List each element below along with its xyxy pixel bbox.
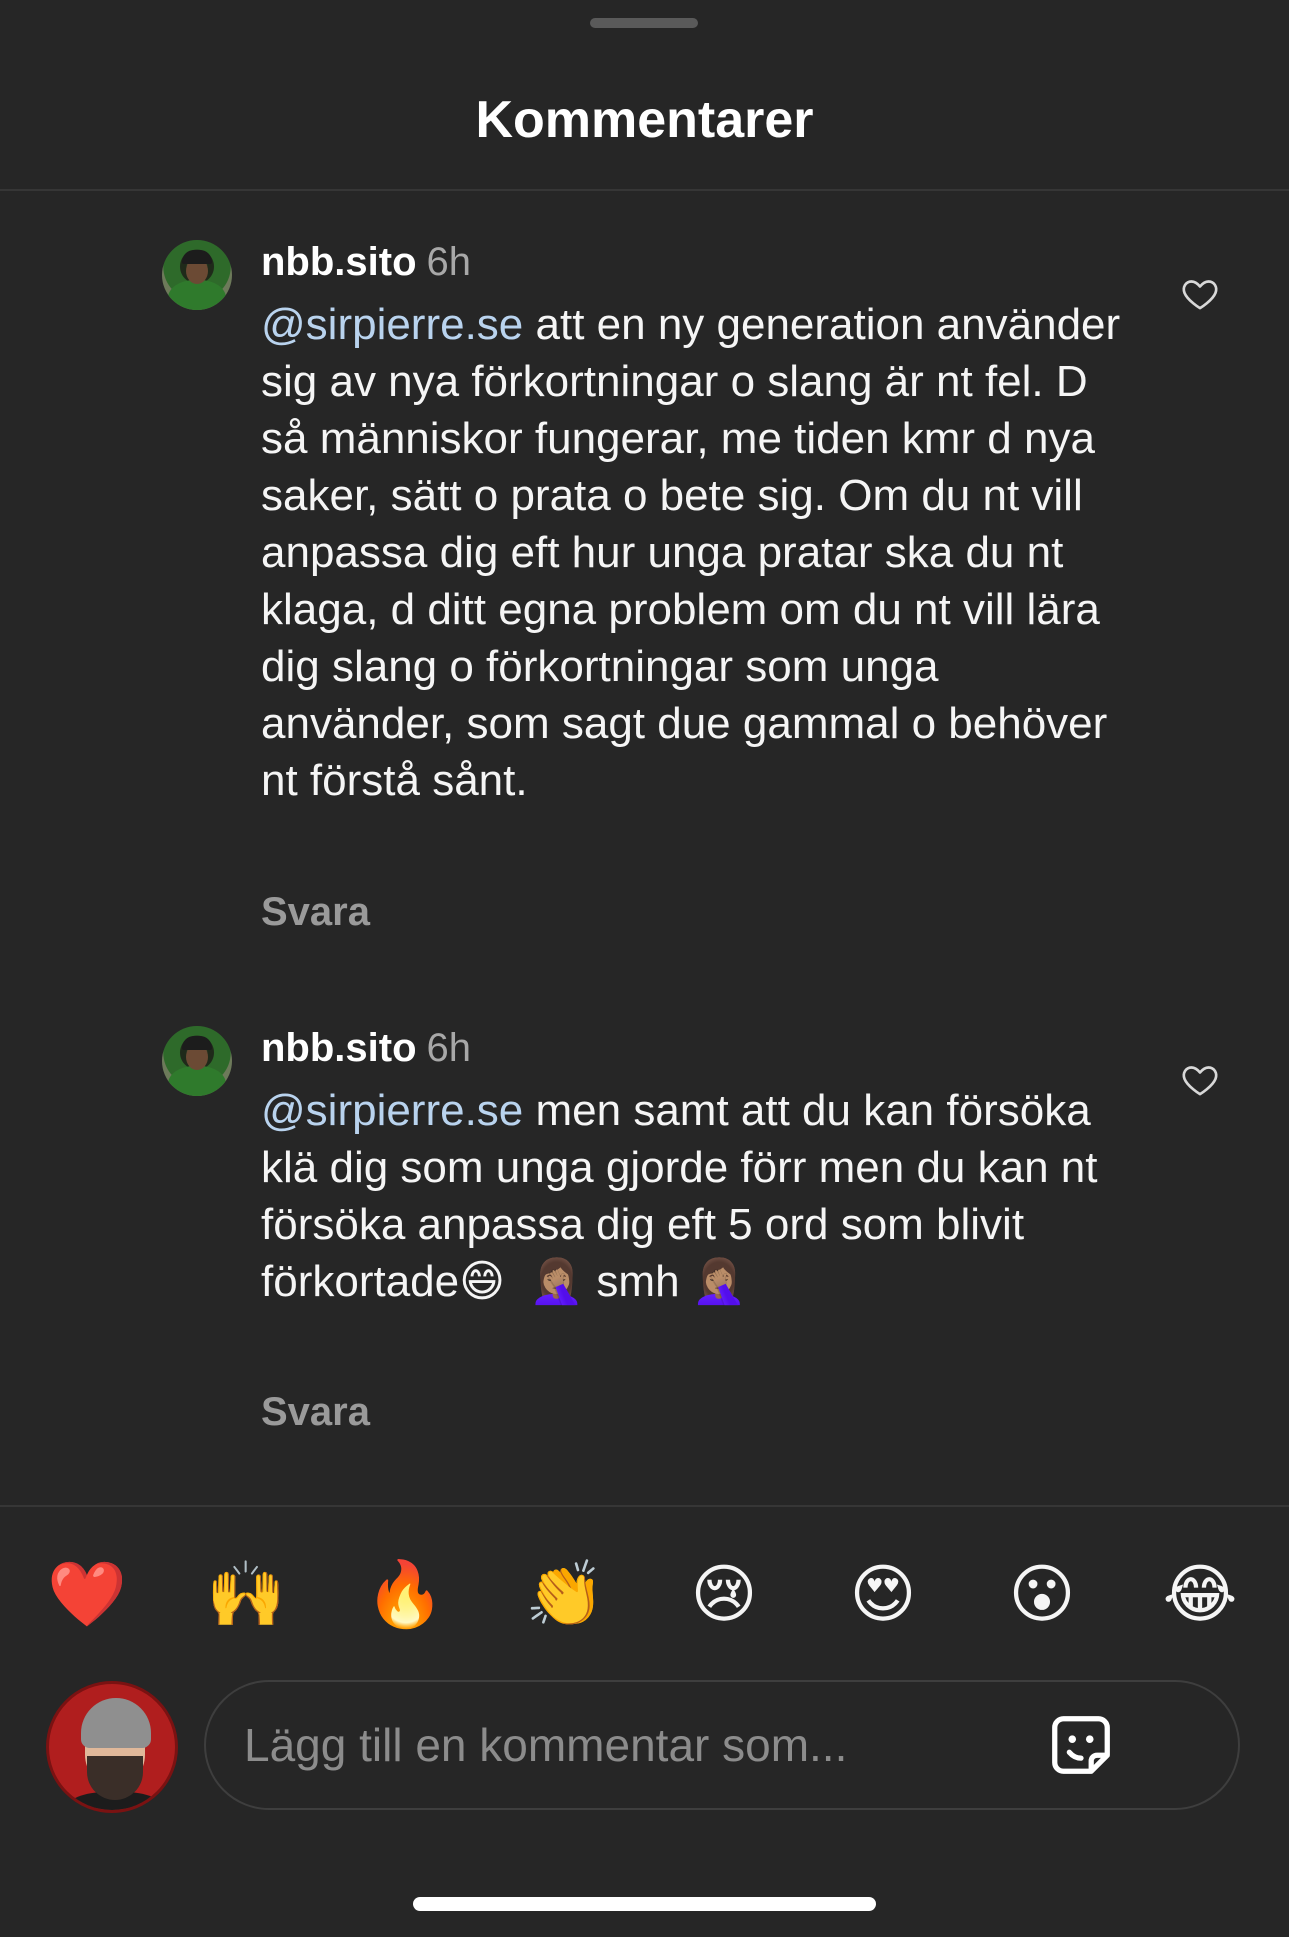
- reaction-raised-hands-icon[interactable]: 🙌: [206, 1555, 286, 1635]
- reactions-divider: [0, 1505, 1289, 1507]
- reaction-heart-icon[interactable]: ❤️: [47, 1555, 127, 1635]
- comment-time: 6h: [426, 240, 472, 284]
- home-indicator[interactable]: [413, 1897, 876, 1911]
- avatar-hoodie: [168, 280, 226, 310]
- avatar-hair: [81, 1698, 151, 1748]
- commenter-avatar[interactable]: [162, 1026, 232, 1096]
- comment-meta: nbb.sito 6h: [261, 1024, 471, 1072]
- reaction-surprised-icon[interactable]: 😮: [1002, 1555, 1082, 1635]
- current-user-avatar[interactable]: [46, 1681, 178, 1813]
- heart-outline-icon[interactable]: [1180, 274, 1220, 314]
- reaction-laughing-icon[interactable]: 😂: [1160, 1555, 1240, 1635]
- comment-text: @sirpierre.se att en ny generation använ…: [261, 296, 1141, 809]
- avatar-cap: [182, 1036, 212, 1050]
- reaction-crying-icon[interactable]: 😢: [684, 1555, 764, 1635]
- comment-username[interactable]: nbb.sito: [261, 1026, 417, 1070]
- commenter-avatar[interactable]: [162, 240, 232, 310]
- avatar-cap: [182, 250, 212, 264]
- comment-mention[interactable]: @sirpierre.se: [261, 300, 523, 349]
- sheet-grabber[interactable]: [590, 18, 698, 28]
- header-divider: [0, 189, 1289, 191]
- comment-text: @sirpierre.se men samt att du kan försök…: [261, 1082, 1141, 1310]
- comment-username[interactable]: nbb.sito: [261, 240, 417, 284]
- comment-mention[interactable]: @sirpierre.se: [261, 1086, 523, 1135]
- reply-button[interactable]: Svara: [261, 890, 370, 935]
- comment-time: 6h: [426, 1026, 472, 1070]
- page-title: Kommentarer: [475, 91, 814, 149]
- quick-reactions-bar: ❤️ 🙌 🔥 👏 😢 😍 😮 😂: [0, 1555, 1289, 1632]
- sticker-icon[interactable]: [1046, 1710, 1116, 1780]
- comment-meta: nbb.sito 6h: [261, 238, 471, 286]
- reply-button[interactable]: Svara: [261, 1390, 370, 1435]
- reaction-heart-eyes-icon[interactable]: 😍: [843, 1555, 923, 1635]
- comment-input[interactable]: Lägg till en kommentar som...: [204, 1680, 1240, 1810]
- comment-body: att en ny generation använder sig av nya…: [261, 300, 1133, 805]
- comment-input-placeholder: Lägg till en kommentar som...: [244, 1719, 848, 1771]
- avatar-hoodie: [168, 1066, 226, 1096]
- comments-sheet: Kommentarer nbb.sito 6h @sirpierre.se att…: [0, 0, 1289, 1937]
- reaction-fire-icon[interactable]: 🔥: [365, 1555, 445, 1635]
- reaction-clap-icon[interactable]: 👏: [525, 1555, 605, 1635]
- heart-outline-icon[interactable]: [1180, 1060, 1220, 1100]
